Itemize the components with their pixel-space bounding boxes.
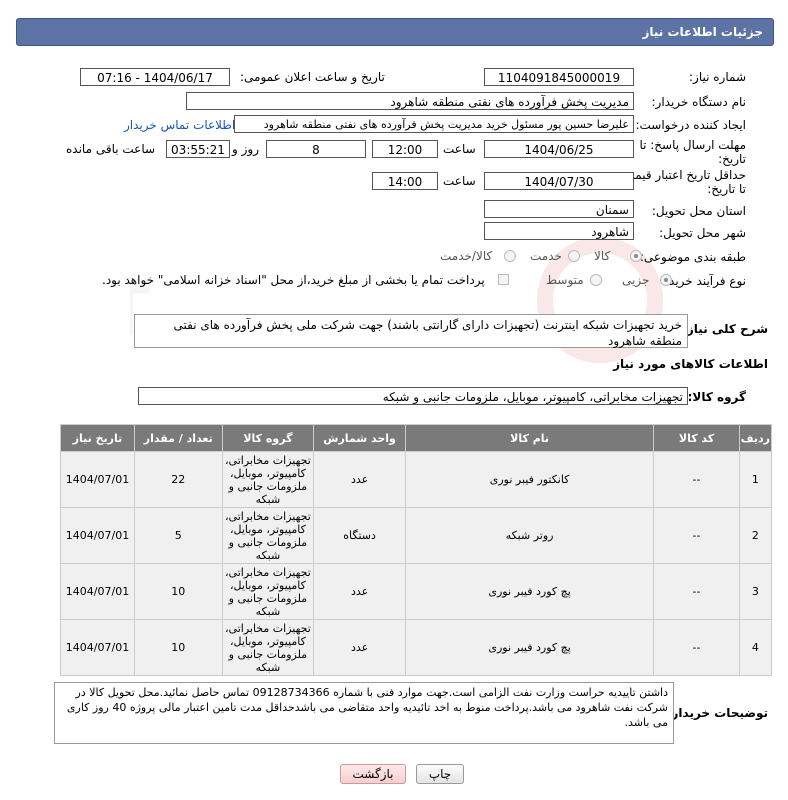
cell-item-group: تجهیزات مخابراتی، کامپیوتر، موبایل، ملزو… [221,563,315,620]
cell-item-name: پچ کورد فیبر نوری [404,563,655,620]
validity-time-field: 14:00 [372,172,438,190]
province-label: استان محل تحویل: [651,204,746,218]
deadline-label: مهلت ارسال پاسخ: تا [639,138,746,152]
category-option-goods: کالا [594,249,611,263]
announce-field: 1404/06/17 - 07:16 [80,68,230,86]
buyer-notes-textarea: داشتن تاییدیه حراست وزارت نفت الزامی است… [54,682,674,744]
cell-need-date: 1404/07/01 [60,563,135,620]
process-label: نوع فرآیند خرید : [661,274,746,288]
cell-item-group: تجهیزات مخابراتی، کامپیوتر، موبایل، ملزو… [221,619,315,676]
process-option-medium: متوسط [546,273,584,287]
creator-label: ایجاد کننده درخواست: [635,118,746,132]
remaining-time-field: 03:55:21 [166,140,230,158]
cell-quantity: 5 [134,507,223,564]
city-field: شاهرود [484,222,634,240]
cell-item-name: کانکتور فیبر نوری [404,451,655,508]
days-label: روز و [232,142,259,156]
cell-unit: عدد [313,619,406,676]
items-table: ردیف کد کالا نام کالا واحد شمارش گروه کا… [60,424,773,676]
goods-group-label: گروه کالا: [687,390,746,404]
treasury-payment-note: پرداخت تمام یا بخشی از مبلغ خرید،از محل … [102,273,485,287]
summary-label: شرح کلی نیاز: [682,322,768,336]
validity-time-label: ساعت [443,174,476,188]
need-number-label: شماره نیاز: [689,70,746,84]
deadline-time-field: 12:00 [372,140,438,158]
buyer-label: نام دستگاه خریدار: [651,95,747,109]
col-header-unit: واحد شمارش [313,424,406,452]
cell-row-number: 1 [738,451,773,508]
cell-quantity: 10 [134,563,223,620]
cell-row-number: 3 [738,563,773,620]
cell-row-number: 4 [738,619,773,676]
table-header-row: ردیف کد کالا نام کالا واحد شمارش گروه کا… [60,424,773,452]
table-row: 2 -- روتر شبکه دستگاه تجهیزات مخابراتی، … [60,507,773,564]
col-header-row-number: ردیف [738,424,773,452]
creator-field: علیرضا حسین پور مسئول خرید مدیریت پخش فر… [234,115,634,133]
validity-label: حداقل تاریخ اعتبار قیمت: [619,168,746,182]
category-radio-goods[interactable] [630,250,642,262]
remaining-label: ساعت باقی مانده [66,142,156,156]
cell-unit: دستگاه [313,507,406,564]
deadline-time-label: ساعت [443,142,476,156]
buyer-contact-link[interactable]: اطلاعات تماس خریدار [124,118,235,132]
table-row: 4 -- پچ کورد فیبر نوری عدد تجهیزات مخابر… [60,619,773,676]
category-option-both: کالا/خدمت [440,249,493,263]
summary-textarea: خرید تجهیزات شبکه اینترنت (تجهیزات دارای… [134,314,688,348]
print-button[interactable]: چاپ [416,764,464,784]
category-option-service: خدمت [530,249,562,263]
buyer-notes-label: توضیحات خریدار: [666,706,768,720]
days-field: 8 [266,140,366,158]
category-radio-both[interactable] [504,250,516,262]
cell-need-date: 1404/07/01 [60,619,135,676]
goods-info-title: اطلاعات کالاهای مورد نیاز [613,357,768,371]
table-row: 1 -- کانکتور فیبر نوری عدد تجهیزات مخابر… [60,451,773,508]
deadline-date-field: 1404/06/25 [484,140,634,158]
table-row: 3 -- پچ کورد فیبر نوری عدد تجهیزات مخابر… [60,563,773,620]
cell-item-code: -- [653,619,740,676]
cell-need-date: 1404/07/01 [60,507,135,564]
cell-item-code: -- [653,451,740,508]
cell-item-code: -- [653,507,740,564]
announce-label: تاریخ و ساعت اعلان عمومی: [240,70,385,84]
panel-header: جزئیات اطلاعات نیاز [16,18,774,46]
category-label: طبقه بندی موضوعی: [639,250,746,264]
col-header-quantity: تعداد / مقدار [134,424,223,452]
goods-group-field: تجهیزات مخابراتی، کامپیوتر، موبایل، ملزو… [138,387,688,405]
need-number-field: 1104091845000019 [484,68,634,86]
col-header-item-name: نام کالا [404,424,655,452]
buyer-field: مدیریت پخش فرآورده های نفتی منطقه شاهرود [186,92,634,110]
treasury-payment-checkbox[interactable] [498,274,509,285]
cell-quantity: 22 [134,451,223,508]
city-label: شهر محل تحویل: [659,226,746,240]
validity-label-date: تا تاریخ: [707,182,746,196]
process-radio-minor[interactable] [660,274,672,286]
cell-quantity: 10 [134,619,223,676]
col-header-item-code: کد کالا [653,424,740,452]
cell-unit: عدد [313,451,406,508]
validity-date-field: 1404/07/30 [484,172,634,190]
back-button[interactable]: بازگشت [340,764,406,784]
cell-item-code: -- [653,563,740,620]
cell-item-name: پچ کورد فیبر نوری [404,619,655,676]
process-radio-medium[interactable] [590,274,602,286]
cell-unit: عدد [313,563,406,620]
cell-item-group: تجهیزات مخابراتی، کامپیوتر، موبایل، ملزو… [221,507,315,564]
cell-row-number: 2 [738,507,773,564]
cell-item-name: روتر شبکه [404,507,655,564]
process-option-minor: جزیی [622,273,650,287]
deadline-label-date: تاریخ: [718,152,746,166]
col-header-item-group: گروه کالا [221,424,315,452]
col-header-need-date: تاریخ نیاز [60,424,135,452]
category-radio-service[interactable] [568,250,580,262]
cell-item-group: تجهیزات مخابراتی، کامپیوتر، موبایل، ملزو… [221,451,315,508]
page-title: جزئیات اطلاعات نیاز [642,25,763,39]
cell-need-date: 1404/07/01 [60,451,135,508]
province-field: سمنان [484,200,634,218]
